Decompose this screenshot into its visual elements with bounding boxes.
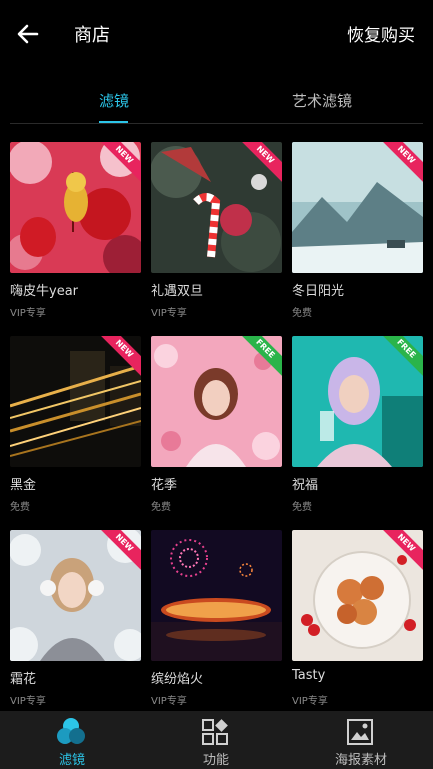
filter-thumbnail-tasty: NEW	[292, 530, 423, 661]
new-badge: NEW	[101, 336, 141, 376]
filter-thumbnail-holidays: NEW	[151, 142, 282, 273]
bottom-navigation: 滤镜 功能 海报素材	[0, 711, 433, 769]
image-icon	[347, 719, 373, 745]
nav-label: 功能	[202, 753, 229, 768]
page-title: 商店	[74, 25, 110, 46]
filter-name: 花季	[151, 478, 178, 493]
filter-card[interactable]: FREE 祝福 免费	[292, 336, 423, 516]
new-badge: NEW	[383, 142, 423, 182]
filter-name: Tasty	[292, 668, 326, 683]
filter-price: 免费	[151, 502, 171, 513]
filter-card[interactable]: NEW 冬日阳光 免费	[292, 142, 423, 322]
filter-name: 嗨皮牛year	[10, 284, 79, 299]
filter-price: 免费	[292, 502, 312, 513]
new-badge: NEW	[383, 530, 423, 570]
new-badge: NEW	[101, 530, 141, 570]
filter-price: VIP专享	[10, 696, 46, 707]
filter-price: VIP专享	[151, 696, 187, 707]
filter-price: VIP专享	[10, 308, 46, 319]
tab-filters[interactable]: 滤镜	[99, 90, 129, 111]
filter-card[interactable]: NEW 黑金 免费	[10, 336, 141, 516]
nav-item-poster[interactable]: 海报素材	[289, 711, 433, 769]
free-badge: FREE	[242, 336, 282, 376]
restore-purchase-button[interactable]: 恢复购买	[347, 21, 415, 46]
filter-thumbnail-fireworks	[151, 530, 282, 661]
filter-name: 礼遇双旦	[151, 284, 204, 299]
top-bar: 商店 恢复购买	[0, 0, 433, 68]
nav-label: 海报素材	[334, 753, 387, 768]
new-badge: NEW	[242, 142, 282, 182]
filter-price: VIP专享	[151, 308, 187, 319]
tab-divider	[10, 123, 423, 124]
filter-thumbnail-ox-year: NEW	[10, 142, 141, 273]
filter-price: 免费	[292, 308, 312, 319]
filter-card[interactable]: NEW 礼遇双旦 VIP专享	[151, 142, 282, 322]
filter-thumbnail-black-gold: NEW	[10, 336, 141, 467]
filters-icon	[57, 718, 85, 744]
filter-price: 免费	[10, 502, 30, 513]
filter-name: 黑金	[10, 478, 37, 493]
nav-label: 滤镜	[58, 753, 85, 768]
filter-thumbnail-frost: NEW	[10, 530, 141, 661]
filter-thumbnail-winter-sun: NEW	[292, 142, 423, 273]
back-arrow-icon[interactable]	[14, 20, 42, 48]
free-badge: FREE	[383, 336, 423, 376]
filter-price: VIP专享	[292, 696, 328, 707]
new-badge: NEW	[101, 142, 141, 182]
filter-card[interactable]: 缤纷焰火 VIP专享	[151, 530, 282, 710]
filter-card[interactable]: NEW Tasty VIP专享	[292, 530, 423, 710]
filter-name: 冬日阳光	[292, 284, 345, 299]
filter-card[interactable]: NEW 霜花 VIP专享	[10, 530, 141, 710]
filter-card[interactable]: NEW 嗨皮牛year VIP专享	[10, 142, 141, 322]
tab-art-filters[interactable]: 艺术滤镜	[292, 90, 352, 111]
tab-bar: 滤镜 艺术滤镜	[0, 80, 433, 124]
nav-item-filters[interactable]: 滤镜	[0, 711, 144, 769]
nav-item-features[interactable]: 功能	[144, 711, 288, 769]
filter-card[interactable]: FREE 花季 免费	[151, 336, 282, 516]
filter-thumbnail-blessing: FREE	[292, 336, 423, 467]
features-grid-icon	[202, 719, 228, 745]
filter-name: 祝福	[292, 478, 319, 493]
filter-thumbnail-blossom: FREE	[151, 336, 282, 467]
filter-name: 缤纷焰火	[151, 672, 204, 687]
filter-name: 霜花	[10, 672, 37, 687]
